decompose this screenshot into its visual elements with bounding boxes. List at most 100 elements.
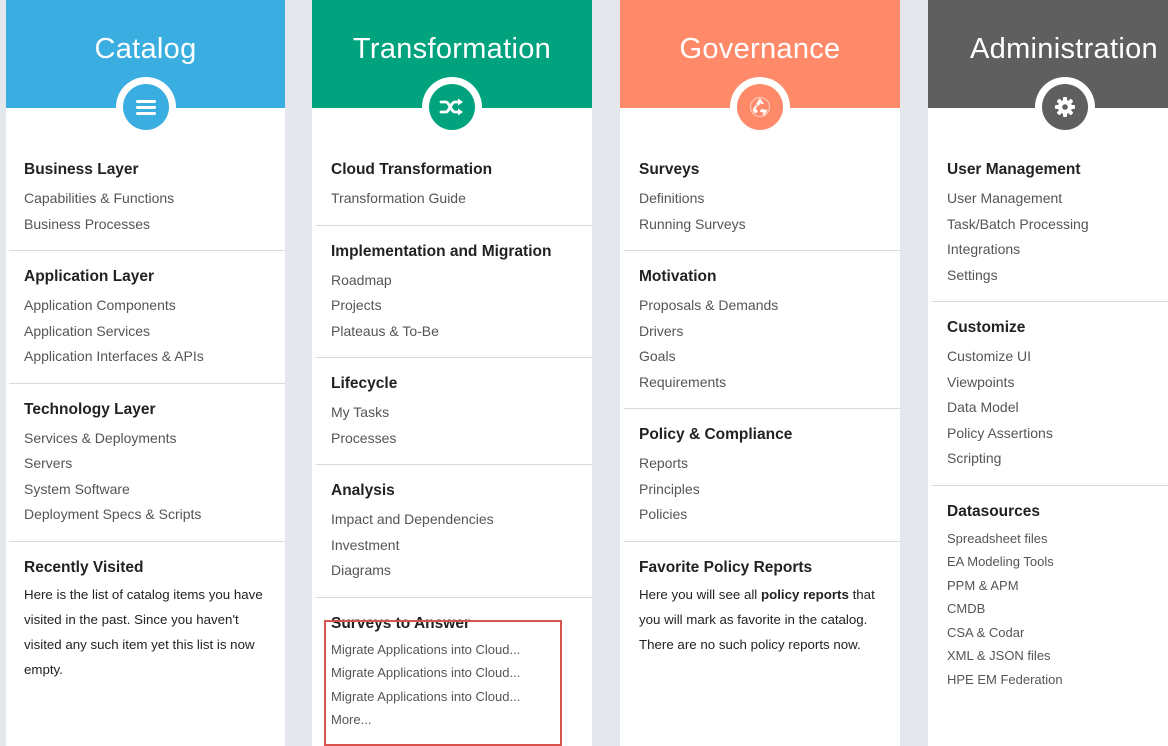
link-requirements[interactable]: Requirements	[639, 370, 881, 396]
governance-header[interactable]: Governance	[620, 0, 900, 137]
link-ea-modeling-tools[interactable]: EA Modeling Tools	[947, 550, 1159, 574]
catalog-title[interactable]: Catalog	[6, 0, 285, 66]
link-hpe-em-federation[interactable]: HPE EM Federation	[947, 668, 1159, 692]
recently-visited-text: Here is the list of catalog items you ha…	[24, 586, 263, 678]
transformation-title[interactable]: Transformation	[312, 0, 592, 66]
link-business-processes[interactable]: Business Processes	[24, 212, 266, 238]
catalog-icon-badge[interactable]	[115, 77, 176, 137]
section-lifecycle: Lifecycle My Tasks Processes	[331, 374, 592, 451]
link-settings[interactable]: Settings	[947, 263, 1159, 289]
governance-icon-badge[interactable]	[730, 77, 790, 137]
divider	[624, 540, 900, 542]
section-title: User Management	[947, 161, 1081, 178]
section-title: Implementation and Migration	[331, 242, 552, 260]
link-roadmap[interactable]: Roadmap	[331, 268, 573, 294]
link-services-deployments[interactable]: Services & Deployments	[24, 426, 266, 452]
section-title: Favorite Policy Reports	[639, 558, 813, 576]
administration-column: Administration User Management User Mana…	[928, 0, 1168, 746]
section-motivation: Motivation Proposals & Demands Drivers G…	[639, 267, 900, 395]
link-customize-ui[interactable]: Customize UI	[947, 344, 1159, 370]
administration-title[interactable]: Administration	[928, 0, 1168, 66]
section-title: Analysis	[331, 482, 395, 499]
section-user-management: User Management User Management Task/Bat…	[947, 160, 1168, 288]
link-reports[interactable]: Reports	[639, 451, 881, 477]
link-my-tasks[interactable]: My Tasks	[331, 400, 573, 426]
link-running-surveys[interactable]: Running Surveys	[639, 212, 881, 238]
link-cmdb[interactable]: CMDB	[947, 597, 1159, 621]
transformation-header[interactable]: Transformation	[312, 0, 592, 137]
section-title: Cloud Transformation	[331, 161, 493, 178]
divider	[624, 408, 900, 409]
section-favorite-policy-reports: Favorite Policy Reports Here you will se…	[639, 558, 900, 658]
link-xml-json-files[interactable]: XML & JSON files	[947, 644, 1159, 668]
link-drivers[interactable]: Drivers	[639, 319, 881, 345]
section-recently-visited: Recently Visited Here is the list of cat…	[24, 558, 285, 683]
link-definitions[interactable]: Definitions	[639, 186, 881, 212]
governance-column: Governance Surveys Definitions Running S…	[620, 0, 900, 746]
link-spreadsheet-files[interactable]: Spreadsheet files	[947, 527, 1159, 551]
recycle-icon	[737, 84, 783, 130]
governance-title[interactable]: Governance	[620, 0, 900, 66]
section-title: Datasources	[947, 502, 1041, 520]
link-servers[interactable]: Servers	[24, 451, 266, 477]
link-transformation-guide[interactable]: Transformation Guide	[331, 186, 573, 212]
link-csa-codar[interactable]: CSA & Codar	[947, 621, 1159, 645]
section-title: Motivation	[639, 268, 717, 285]
link-user-management[interactable]: User Management	[947, 186, 1159, 212]
section-business-layer: Business Layer Capabilities & Functions …	[24, 160, 285, 237]
link-principles[interactable]: Principles	[639, 477, 881, 503]
link-investment[interactable]: Investment	[331, 533, 573, 559]
section-title: Business Layer	[24, 161, 139, 178]
link-ppm-apm[interactable]: PPM & APM	[947, 574, 1159, 598]
catalog-header[interactable]: Catalog	[6, 0, 285, 137]
link-application-services[interactable]: Application Services	[24, 319, 266, 345]
divider	[9, 540, 285, 542]
section-title: Application Layer	[24, 268, 155, 285]
surveys-highlight-box	[324, 620, 562, 746]
link-task-batch-processing[interactable]: Task/Batch Processing	[947, 212, 1159, 238]
link-integrations[interactable]: Integrations	[947, 237, 1159, 263]
section-implementation-migration: Implementation and Migration Roadmap Pro…	[331, 242, 592, 345]
link-projects[interactable]: Projects	[331, 293, 573, 319]
link-policy-assertions[interactable]: Policy Assertions	[947, 421, 1159, 447]
section-title: Recently Visited	[24, 558, 144, 576]
divider	[9, 382, 285, 384]
section-title: Lifecycle	[331, 375, 398, 392]
link-diagrams[interactable]: Diagrams	[331, 558, 573, 584]
favorite-reports-text: Here you will see all policy reports tha…	[639, 582, 881, 658]
divider	[932, 301, 1168, 302]
link-impact-dependencies[interactable]: Impact and Dependencies	[331, 507, 573, 533]
section-title: Surveys	[639, 161, 700, 178]
gear-icon	[1042, 84, 1088, 130]
link-plateaus[interactable]: Plateaus & To-Be	[331, 319, 573, 345]
divider	[624, 250, 900, 251]
divider	[316, 357, 592, 358]
section-datasources: Datasources Spreadsheet files EA Modelin…	[947, 502, 1168, 692]
link-system-software[interactable]: System Software	[24, 477, 266, 503]
divider	[9, 250, 285, 251]
section-surveys: Surveys Definitions Running Surveys	[639, 160, 900, 237]
link-data-model[interactable]: Data Model	[947, 395, 1159, 421]
link-policies[interactable]: Policies	[639, 502, 881, 528]
divider	[932, 484, 1168, 486]
menu-icon	[122, 84, 169, 130]
shuffle-icon	[429, 84, 475, 130]
administration-icon-badge[interactable]	[1035, 77, 1095, 137]
administration-header[interactable]: Administration	[928, 0, 1168, 137]
divider	[316, 464, 592, 465]
link-goals[interactable]: Goals	[639, 344, 881, 370]
link-deployment-specs[interactable]: Deployment Specs & Scripts	[24, 502, 266, 528]
section-title: Customize	[947, 319, 1026, 336]
section-customize: Customize Customize UI Viewpoints Data M…	[947, 318, 1168, 472]
link-processes[interactable]: Processes	[331, 426, 573, 452]
transformation-icon-badge[interactable]	[422, 77, 482, 137]
link-scripting[interactable]: Scripting	[947, 446, 1159, 472]
link-viewpoints[interactable]: Viewpoints	[947, 370, 1159, 396]
link-application-components[interactable]: Application Components	[24, 293, 266, 319]
link-proposals-demands[interactable]: Proposals & Demands	[639, 293, 881, 319]
link-application-interfaces[interactable]: Application Interfaces & APIs	[24, 344, 266, 370]
section-cloud-transformation: Cloud Transformation Transformation Guid…	[331, 160, 592, 212]
divider	[316, 224, 592, 226]
divider	[316, 596, 592, 598]
link-capabilities-functions[interactable]: Capabilities & Functions	[24, 186, 266, 212]
